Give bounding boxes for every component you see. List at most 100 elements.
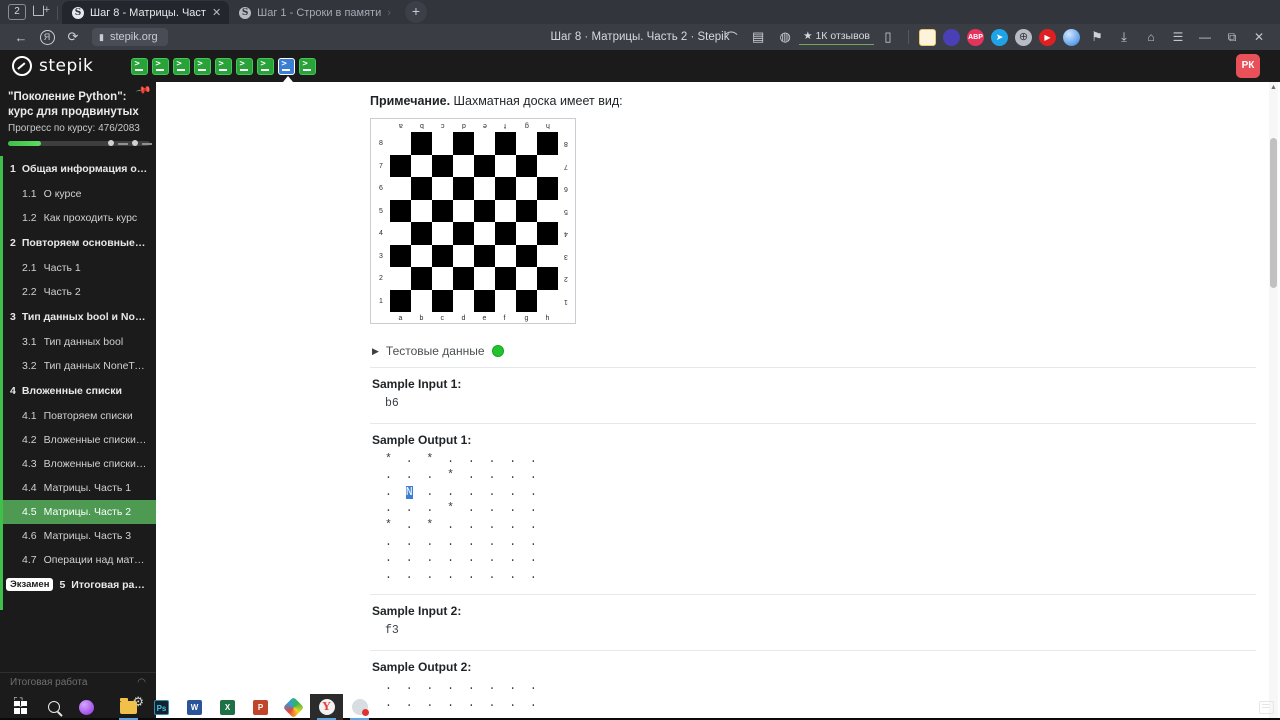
- reader-icon[interactable]: ▤: [745, 26, 771, 48]
- new-window-icon[interactable]: +: [31, 3, 51, 21]
- sidebar-item-3[interactable]: 3 Тип данных bool и None...: [0, 304, 156, 330]
- console-button-8[interactable]: [278, 57, 296, 82]
- reload-icon[interactable]: ⟳: [60, 26, 86, 48]
- sidebar-item-4-6[interactable]: 4.6 Матрицы. Часть 3: [0, 524, 156, 548]
- stepik-header: stepik РК: [0, 50, 1280, 82]
- pocket-icon[interactable]: ⚑: [1084, 26, 1110, 48]
- scrollbar-thumb[interactable]: [1270, 138, 1277, 288]
- selected-character[interactable]: N: [405, 485, 413, 499]
- tab-title: Шаг 8 - Матрицы. Част: [90, 6, 206, 19]
- close-button[interactable]: ✕: [1246, 30, 1272, 44]
- yandex-icon: Y: [318, 699, 335, 715]
- minimize-button[interactable]: —: [1192, 30, 1218, 44]
- chevron-right-icon[interactable]: ›: [387, 7, 391, 19]
- sidebar-item-exam[interactable]: Экзамен 5 Итоговая работа...: [0, 572, 156, 597]
- sample-grid-row: . . . . . . . .: [385, 535, 537, 549]
- sidebar-item-2[interactable]: 2 Повторяем основные ко...: [0, 230, 156, 256]
- sidebar-item-1[interactable]: 1 Общая информация о ку...: [0, 156, 156, 182]
- colorful-app-button[interactable]: [277, 694, 310, 720]
- console-button-5[interactable]: [215, 57, 233, 75]
- board-rank-label-left-6: 6: [379, 185, 383, 192]
- console-button-4[interactable]: [194, 57, 212, 75]
- note-text: Шахматная доска имеет вид:: [450, 94, 623, 108]
- bell-icon[interactable]: ◠: [137, 677, 146, 688]
- sidebar-footer-item[interactable]: Итоговая работа ◠: [0, 673, 156, 690]
- protect-icon[interactable]: ◍: [772, 26, 798, 48]
- console-button-7[interactable]: [257, 57, 275, 75]
- sidebar-item-4[interactable]: 4 Вложенные списки: [0, 378, 156, 404]
- new-tab-button[interactable]: +: [404, 1, 427, 23]
- bookmark-icon[interactable]: ▯: [875, 26, 901, 48]
- clock-app-button[interactable]: [343, 694, 376, 720]
- browser-tab-inactive[interactable]: Шаг 1 - Строки в памяти ›: [229, 1, 399, 24]
- sidebar-item-1-1[interactable]: 1.1 О курсе: [0, 182, 156, 206]
- board-rank-label-left-7: 7: [379, 162, 383, 170]
- sidebar-item-label: Повторяем списки: [43, 410, 133, 422]
- sidebar-item-2-1[interactable]: 2.1 Часть 1: [0, 256, 156, 280]
- chess-square-f1: [495, 289, 516, 312]
- sidebar-item-number: 1: [10, 163, 16, 175]
- chess-square-h1: [537, 289, 558, 312]
- console-button-9[interactable]: [299, 57, 317, 75]
- cast-icon[interactable]: ⌂: [1138, 30, 1164, 44]
- avatar[interactable]: РК: [1236, 54, 1260, 78]
- site-reviews-badge[interactable]: ★ 1К отзывов: [799, 30, 874, 45]
- chess-square-a3: [390, 244, 411, 267]
- excel-button[interactable]: X: [211, 694, 244, 720]
- sidebar-item-4-1[interactable]: 4.1 Повторяем списки: [0, 404, 156, 428]
- sidebar-item-2-2[interactable]: 2.2 Часть 2: [0, 280, 156, 304]
- browser-tab-active[interactable]: Шаг 8 - Матрицы. Част ✕: [62, 1, 230, 24]
- powerpoint-button[interactable]: P: [244, 694, 277, 720]
- extension-icon-4[interactable]: ➤: [991, 28, 1008, 46]
- cortana-button[interactable]: [70, 694, 103, 720]
- toolbar-right-group: ⌒ ▤ ◍ ★ 1К отзывов ▯ ABP ➤ ⊕ ▶ ⚑ ⤓ ⌂ ☰ —…: [718, 26, 1272, 48]
- board-file-label-bottom-e: e: [482, 315, 487, 322]
- adblock-plus-icon[interactable]: ABP: [967, 28, 984, 46]
- globe-icon[interactable]: ⊕: [1015, 28, 1032, 46]
- download-icon[interactable]: ⤓: [1111, 26, 1137, 48]
- sidebar-item-4-5[interactable]: 4.5 Матрицы. Часть 2: [0, 500, 156, 524]
- browser-window: 2 + Шаг 8 - Матрицы. Част ✕ Шаг 1 - Стро…: [0, 0, 1280, 718]
- sidebar-item-4-3[interactable]: 4.3 Вложенные списки. Ча...: [0, 452, 156, 476]
- console-button-1[interactable]: [131, 57, 149, 75]
- youtube-icon[interactable]: ▶: [1039, 28, 1056, 46]
- address-bar[interactable]: ▮ stepik.org: [92, 28, 168, 46]
- console-button-3[interactable]: [173, 57, 191, 75]
- taskbar-search[interactable]: [37, 694, 70, 720]
- sidebar-item-3-1[interactable]: 3.1 Тип данных bool: [0, 330, 156, 354]
- sidebar-item-label: Часть 2: [43, 286, 81, 298]
- sidebar-item-1-2[interactable]: 1.2 Как проходить курс: [0, 206, 156, 230]
- headphones-icon[interactable]: ⌒: [718, 26, 744, 48]
- close-icon[interactable]: ✕: [212, 6, 221, 19]
- start-button[interactable]: [4, 694, 37, 720]
- test-data-toggle[interactable]: ▶ Тестовые данные: [370, 338, 1256, 368]
- console-button-6[interactable]: [236, 57, 254, 75]
- chess-square-h4: [537, 222, 558, 245]
- sidebar-item-4-2[interactable]: 4.2 Вложенные списки. Ча...: [0, 428, 156, 452]
- extension-icon-2[interactable]: [943, 28, 960, 46]
- sample-grid-row: . . . * . . . .: [385, 469, 537, 483]
- board-file-label-bottom-g: g: [524, 315, 529, 322]
- extension-icon-1[interactable]: [919, 28, 936, 46]
- sample-body: . . . . . . . . . . . . . . . . . . . . . …: [372, 679, 1256, 718]
- maximize-button[interactable]: ⧉: [1219, 30, 1245, 45]
- yandex-logo-icon[interactable]: Я: [34, 26, 60, 48]
- sample-title: Sample Output 2:: [372, 659, 472, 674]
- photoshop-button[interactable]: Ps: [145, 694, 178, 720]
- word-button[interactable]: W: [178, 694, 211, 720]
- sidebar-item-3-2[interactable]: 3.2 Тип данных NoneType: [0, 354, 156, 378]
- board-file-label-top-b: b: [419, 122, 424, 129]
- tab-counter[interactable]: 2: [8, 4, 26, 20]
- yandex-browser-button[interactable]: Y: [310, 694, 343, 720]
- search-ext-icon[interactable]: [1063, 28, 1080, 46]
- stepik-logo[interactable]: stepik: [12, 56, 93, 76]
- sidebar-item-4-4[interactable]: 4.4 Матрицы. Часть 1: [0, 476, 156, 500]
- back-icon[interactable]: ←: [8, 26, 34, 48]
- sidebar-item-4-7[interactable]: 4.7 Операции над матрица...: [0, 548, 156, 572]
- file-explorer-button[interactable]: [112, 694, 145, 720]
- scroll-up-icon[interactable]: ▲: [1270, 84, 1277, 91]
- menu-icon[interactable]: ☰: [1165, 30, 1191, 44]
- notifications-icon[interactable]: [1259, 700, 1274, 714]
- content-scrollbar[interactable]: ▲: [1269, 82, 1278, 718]
- console-button-2[interactable]: [152, 57, 170, 75]
